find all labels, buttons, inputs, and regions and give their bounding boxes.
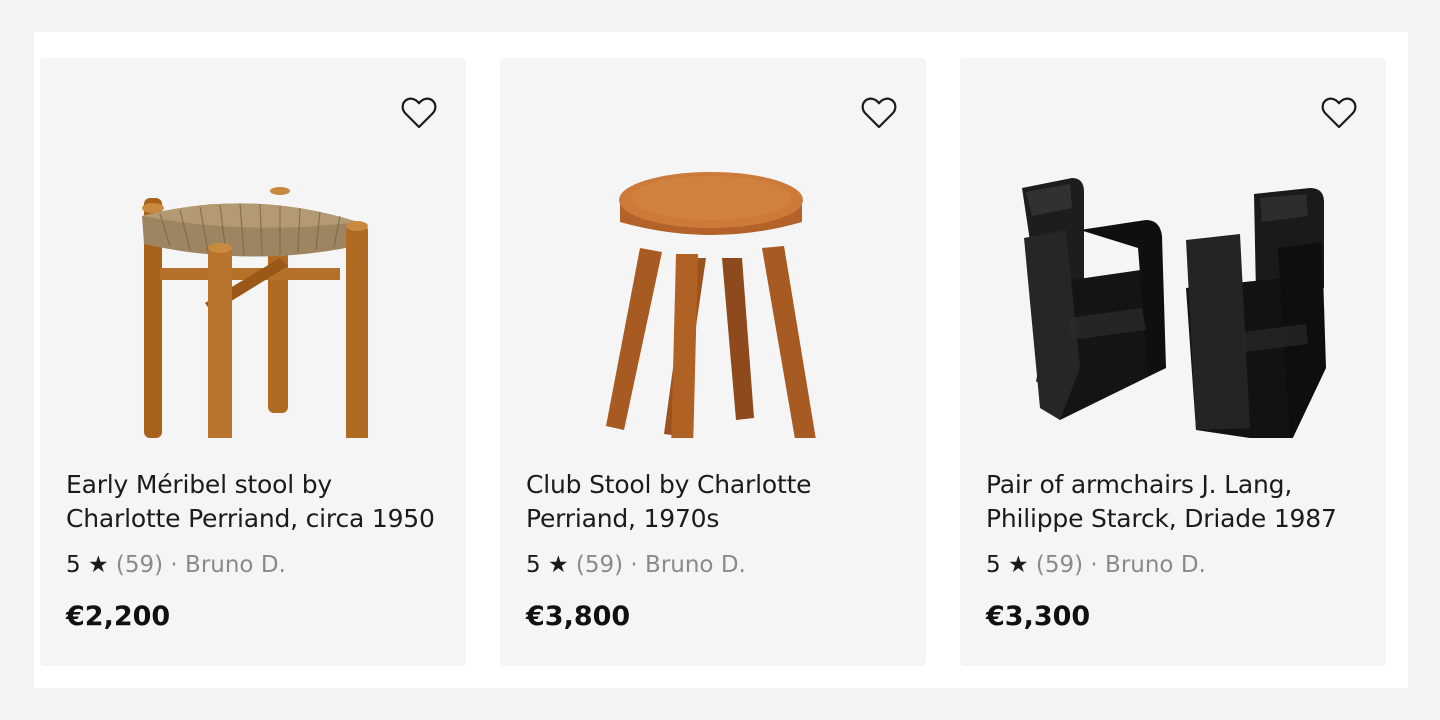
rating-value: 5 — [66, 552, 81, 578]
meta-separator: · — [1090, 552, 1098, 578]
rush-seat-stool-image[interactable] — [40, 118, 466, 438]
review-count: (59) — [1035, 552, 1084, 578]
seller-name[interactable]: Bruno D. — [1105, 552, 1206, 578]
review-count: (59) — [115, 552, 164, 578]
product-card[interactable]: Pair of armchairs J. Lang, Philippe Star… — [960, 58, 1386, 666]
rating-value: 5 — [986, 552, 1001, 578]
product-price: €2,200 — [66, 601, 171, 632]
star-icon: ★ — [87, 552, 109, 578]
seller-name[interactable]: Bruno D. — [185, 552, 286, 578]
product-grid: Early Méribel stool by Charlotte Perrian… — [34, 32, 1408, 688]
product-title[interactable]: Club Stool by Charlotte Perriand, 1970s — [526, 468, 906, 536]
product-price: €3,800 — [526, 601, 631, 632]
product-title[interactable]: Pair of armchairs J. Lang, Philippe Star… — [986, 468, 1366, 536]
product-meta: 5 ★ (59) · Bruno D. — [66, 550, 286, 580]
product-card[interactable]: Early Méribel stool by Charlotte Perrian… — [40, 58, 466, 666]
black-armchairs-image[interactable] — [960, 118, 1386, 438]
product-price: €3,300 — [986, 601, 1091, 632]
review-count: (59) — [575, 552, 624, 578]
meta-separator: · — [170, 552, 178, 578]
product-title[interactable]: Early Méribel stool by Charlotte Perrian… — [66, 468, 446, 536]
product-meta: 5 ★ (59) · Bruno D. — [986, 550, 1206, 580]
round-wood-stool-image[interactable] — [500, 118, 926, 438]
meta-separator: · — [630, 552, 638, 578]
rating-value: 5 — [526, 552, 541, 578]
product-card[interactable]: Club Stool by Charlotte Perriand, 1970s … — [500, 58, 926, 666]
seller-name[interactable]: Bruno D. — [645, 552, 746, 578]
star-icon: ★ — [547, 552, 569, 578]
product-meta: 5 ★ (59) · Bruno D. — [526, 550, 746, 580]
star-icon: ★ — [1007, 552, 1029, 578]
